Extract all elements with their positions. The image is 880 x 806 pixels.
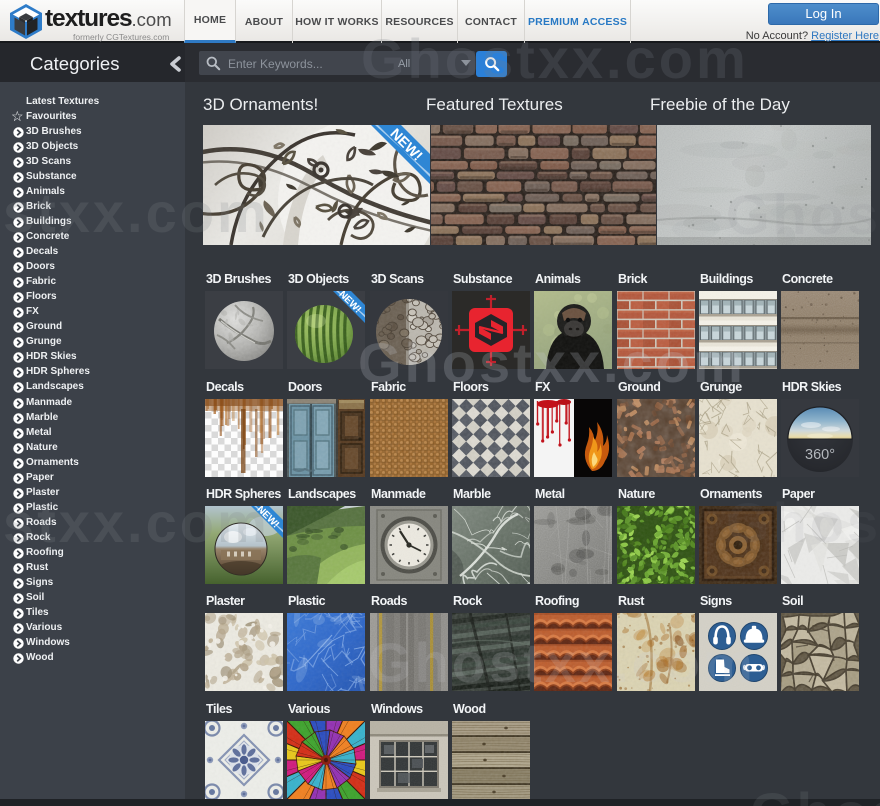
svg-text:360°: 360°	[805, 447, 835, 463]
